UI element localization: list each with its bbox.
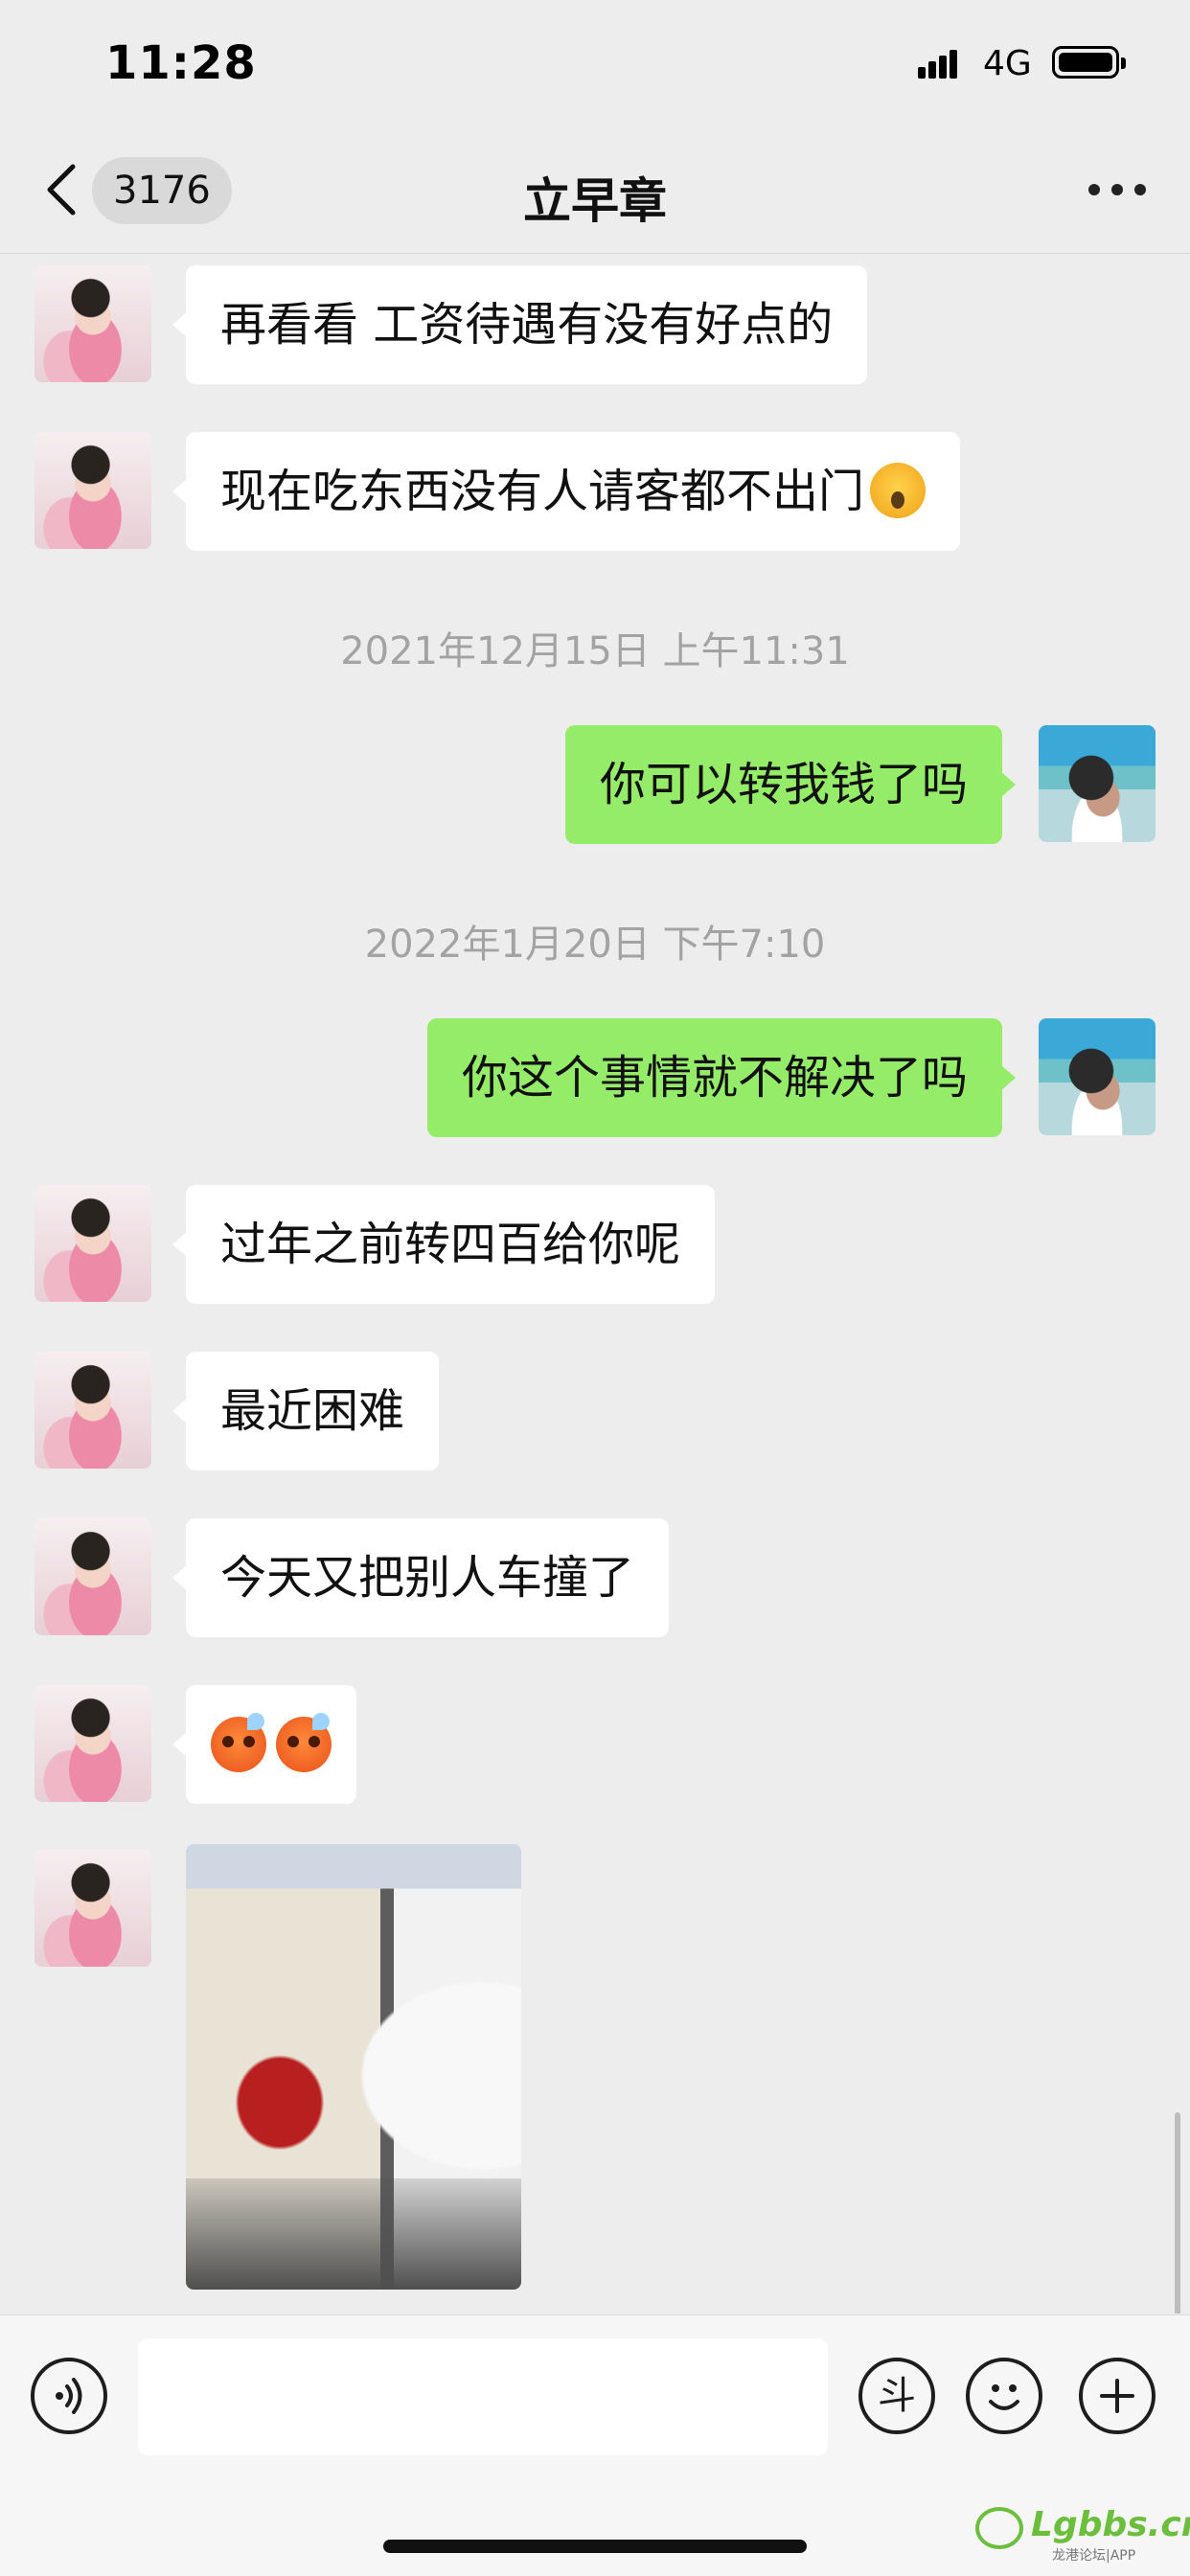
- dou-button[interactable]: 斗: [858, 2358, 935, 2434]
- car-collision-photo[interactable]: [186, 1844, 521, 2290]
- cellular-signal-icon: [918, 50, 966, 79]
- watermark: Lgbbs.cn 龙港论坛|APP: [970, 2499, 1190, 2566]
- watermark-brand: Lgbbs.cn: [1031, 2505, 1190, 2544]
- voice-icon[interactable]: [31, 2358, 107, 2434]
- incoming-message[interactable]: 过年之前转四百给你呢: [172, 1185, 716, 1304]
- message-text: 现在吃东西没有人请客都不出门: [220, 465, 865, 518]
- contact-avatar[interactable]: [34, 265, 151, 382]
- message-list[interactable]: 再看看 工资待遇有没有好点的 现在吃东西没有人请客都不出门 2021年12月15…: [0, 254, 1190, 2314]
- status-bar: 11:28 4G: [0, 0, 1190, 134]
- status-time: 11:28: [105, 36, 257, 90]
- network-type: 4G: [983, 44, 1032, 83]
- message-text: 今天又把别人车撞了: [220, 1551, 635, 1605]
- watermark-sub: 龙港论坛|APP: [1052, 2548, 1136, 2564]
- message-timestamp: 2021年12月15日 上午11:31: [340, 629, 850, 673]
- contact-avatar[interactable]: [34, 1685, 151, 1802]
- sad-face-emoji-icon: [276, 1713, 332, 1772]
- message-text: 你这个事情就不解决了吗: [461, 1051, 968, 1105]
- message-text: 过年之前转四百给你呢: [220, 1218, 681, 1271]
- input-bar: 斗 Lgbbs.cn 龙港论坛|APP: [0, 2314, 1190, 2576]
- yawning-face-emoji-icon: [870, 463, 927, 518]
- dou-label: 斗: [878, 2374, 916, 2418]
- chat-header: 3176 立早章: [0, 134, 1190, 254]
- incoming-message[interactable]: 再看看 工资待遇有没有好点的: [172, 265, 868, 384]
- incoming-message[interactable]: [172, 1685, 356, 1804]
- my-avatar[interactable]: [1039, 725, 1156, 842]
- plus-sign-icon: [1100, 2379, 1134, 2413]
- watermark-logo-icon: [975, 2507, 1023, 2549]
- message-input[interactable]: [138, 2338, 828, 2455]
- outgoing-message[interactable]: 你这个事情就不解决了吗: [426, 1018, 1017, 1137]
- chat-title: 立早章: [523, 173, 667, 229]
- incoming-message[interactable]: 今天又把别人车撞了: [172, 1518, 670, 1637]
- incoming-message[interactable]: 最近困难: [172, 1352, 440, 1470]
- home-indicator[interactable]: [383, 2540, 807, 2553]
- battery-icon: [1052, 46, 1126, 79]
- contact-avatar[interactable]: [34, 432, 151, 549]
- message-text: 最近困难: [220, 1384, 405, 1438]
- contact-avatar[interactable]: [34, 1185, 151, 1302]
- my-avatar[interactable]: [1039, 1018, 1156, 1135]
- sad-face-emoji-icon: [211, 1713, 266, 1772]
- scrollbar[interactable]: [1175, 2112, 1180, 2314]
- contact-avatar[interactable]: [34, 1850, 151, 1967]
- smiley-icon[interactable]: [966, 2358, 1042, 2434]
- message-timestamp: 2022年1月20日 下午7:10: [364, 923, 826, 967]
- voice-waves-icon: [56, 2378, 82, 2414]
- contact-avatar[interactable]: [34, 1518, 151, 1635]
- message-text: 再看看 工资待遇有没有好点的: [220, 298, 834, 352]
- incoming-message[interactable]: 现在吃东西没有人请客都不出门: [172, 432, 961, 551]
- plus-icon[interactable]: [1079, 2358, 1156, 2434]
- outgoing-message[interactable]: 你可以转我钱了吗: [564, 725, 1017, 844]
- ellipsis-icon[interactable]: [1088, 184, 1146, 199]
- smiley-face-icon: [989, 2384, 1019, 2410]
- contact-avatar[interactable]: [34, 1352, 151, 1469]
- message-text: 你可以转我钱了吗: [599, 758, 968, 811]
